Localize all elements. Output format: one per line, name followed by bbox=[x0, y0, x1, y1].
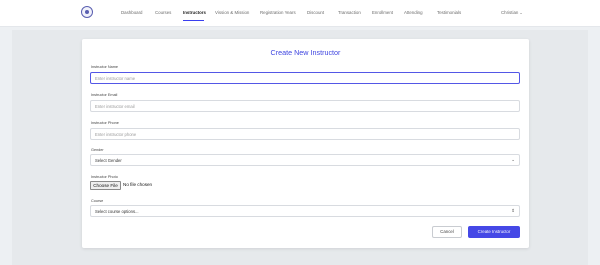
instructor-email-input[interactable] bbox=[90, 100, 520, 112]
choose-file-button[interactable]: Choose File bbox=[90, 181, 121, 190]
nav-item-attending[interactable]: Attending bbox=[404, 10, 423, 15]
file-status-text: No file chosen bbox=[123, 182, 153, 187]
user-name: Christian bbox=[501, 10, 519, 15]
course-label: Course bbox=[91, 199, 104, 203]
chevron-down-icon: ⌄ bbox=[511, 157, 515, 162]
instructor-phone-label: Instructor Phone bbox=[91, 121, 119, 125]
instructor-phone-input[interactable] bbox=[90, 128, 520, 140]
form-title: Create New Instructor bbox=[270, 48, 341, 57]
cancel-button[interactable]: Cancel bbox=[432, 226, 462, 238]
nav-item-discount[interactable]: Discount bbox=[307, 10, 324, 15]
up-down-chevron-icon: ⇕ bbox=[511, 208, 515, 213]
nav-item-vission-mission[interactable]: Vission & Mission bbox=[215, 10, 249, 15]
instructor-name-label: Instructor Name bbox=[91, 65, 119, 69]
chevron-down-icon: ⌄ bbox=[519, 10, 523, 15]
nav-item-instructors[interactable]: Instructors bbox=[183, 10, 206, 15]
course-select[interactable]: Select course options... ⇕ bbox=[90, 205, 520, 217]
instructor-email-label: Instructor Email bbox=[91, 93, 118, 97]
gender-label: Gender bbox=[91, 148, 104, 152]
logo[interactable] bbox=[81, 6, 93, 18]
nav-item-dashboard[interactable]: Dashboard bbox=[121, 10, 142, 15]
nav-item-transaction[interactable]: Transaction bbox=[338, 10, 361, 15]
course-selected-value: Select course options... bbox=[95, 209, 139, 214]
nav-item-enrollment[interactable]: Enrollment bbox=[372, 10, 393, 15]
create-instructor-form: Create New Instructor Instructor Name In… bbox=[82, 39, 529, 248]
gender-selected-value: Select Gender bbox=[95, 158, 122, 163]
gender-select[interactable]: Select Gender ⌄ bbox=[90, 154, 520, 166]
instructor-name-input[interactable] bbox=[90, 72, 520, 84]
user-menu[interactable]: Christian⌄ bbox=[501, 10, 523, 15]
active-nav-indicator bbox=[183, 20, 204, 21]
top-navbar: Dashboard Courses Instructors Vission & … bbox=[0, 0, 600, 27]
nav-item-registration-years[interactable]: Registration Years bbox=[260, 10, 296, 15]
nav-item-testimonials[interactable]: Testimonials bbox=[437, 10, 461, 15]
nav-item-courses[interactable]: Courses bbox=[155, 10, 171, 15]
instructor-photo-label: Instructor Photo bbox=[91, 175, 118, 179]
create-instructor-button[interactable]: Create Instructor bbox=[468, 226, 520, 238]
